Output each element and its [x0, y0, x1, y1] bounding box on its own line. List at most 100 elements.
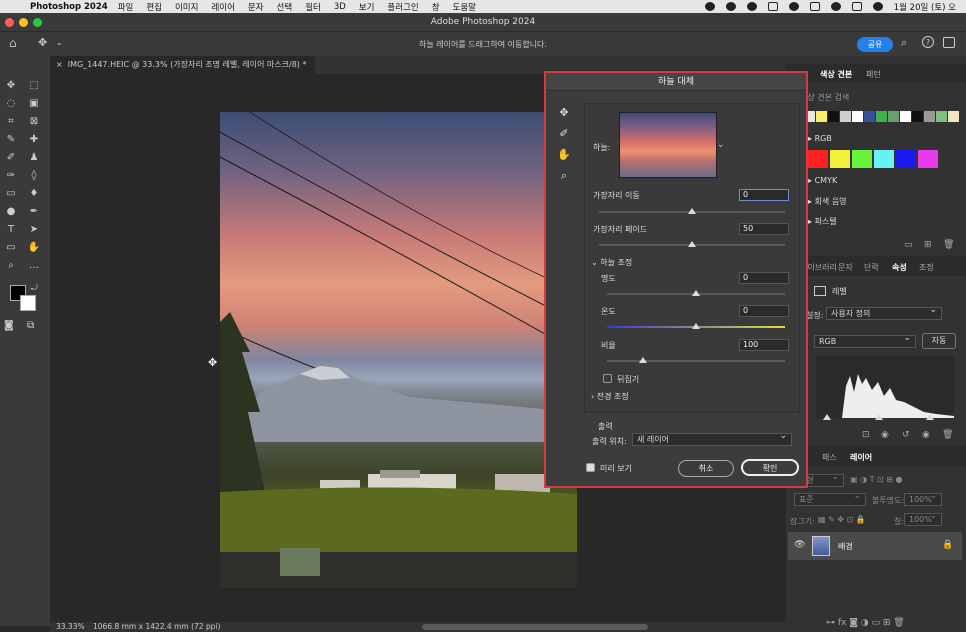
tab-paragraph[interactable]: 단락	[864, 262, 879, 273]
recent-swatch[interactable]	[912, 111, 923, 122]
recent-swatch[interactable]	[828, 111, 839, 122]
recent-swatch[interactable]	[852, 111, 863, 122]
swatch-group-cmyk[interactable]: ▸ CMYK	[808, 176, 837, 185]
scale-slider[interactable]	[607, 360, 785, 362]
preset-select[interactable]: 사용자 정의	[826, 305, 942, 320]
sky-preset-chevron-icon[interactable]: ⌄	[717, 140, 725, 150]
more-tools-icon[interactable]: …	[27, 260, 41, 272]
screen-mode-icon[interactable]: ⧉	[27, 320, 34, 331]
swap-colors-icon[interactable]: ⤾	[31, 283, 38, 293]
new-swatch-icon[interactable]: ⊞	[924, 240, 932, 250]
close-tab-icon[interactable]: ×	[56, 60, 63, 69]
layer-footer-icons[interactable]: ⊶ fx ◙ ◑ ▭ ⊞ 🗑	[826, 618, 905, 628]
hand-tool-icon[interactable]: ✋	[27, 242, 41, 254]
scale-thumb[interactable]	[638, 357, 647, 363]
background-color-swatch[interactable]	[20, 295, 36, 311]
healing-tool-icon[interactable]: ✚	[27, 134, 41, 146]
view-previous-icon[interactable]: ◉	[881, 430, 889, 440]
app-menu[interactable]: Photoshop 2024	[30, 2, 108, 12]
opacity-field[interactable]: 100%	[904, 491, 942, 506]
channel-select[interactable]: RGB	[814, 333, 916, 348]
menu-select[interactable]: 선택	[277, 1, 293, 13]
history-brush-tool-icon[interactable]: ✑	[4, 170, 18, 182]
dodge-tool-icon[interactable]: ●	[4, 206, 18, 218]
tab-swatches[interactable]: 색상 견본	[820, 69, 852, 80]
menu-file[interactable]: 파일	[118, 1, 134, 13]
recent-swatch[interactable]	[840, 111, 851, 122]
menu-view[interactable]: 보기	[359, 1, 375, 13]
hand-tool-icon[interactable]: ✋	[556, 147, 572, 163]
swatch-group-rgb[interactable]: ▸ RGB	[808, 134, 832, 143]
sky-move-tool-icon[interactable]: ✥	[556, 105, 572, 121]
edge-fade-field[interactable]: 50	[739, 223, 789, 235]
delete-swatch-icon[interactable]: 🗑	[943, 240, 954, 250]
temperature-field[interactable]: 0	[739, 305, 789, 317]
move-tool-icon[interactable]: ✥	[4, 80, 18, 92]
rgb-swatch[interactable]	[874, 150, 894, 168]
zoom-readout[interactable]: 33.33%	[56, 622, 85, 631]
menu-layer[interactable]: 레이어	[211, 1, 234, 13]
input-white-point[interactable]	[926, 414, 934, 420]
layer-visibility-icon[interactable]: 👁	[794, 540, 805, 550]
clock[interactable]: 1월 20일 (토) 오	[894, 1, 956, 13]
zoom-window-button[interactable]	[33, 18, 42, 27]
delete-adjustment-icon[interactable]: 🗑	[942, 430, 953, 440]
tab-character[interactable]: 문자	[838, 262, 853, 273]
fill-field[interactable]: 100%	[904, 511, 942, 526]
swatch-group-pastel[interactable]: ▸ 파스텔	[808, 216, 837, 227]
scale-field[interactable]: 100	[739, 339, 789, 351]
horizontal-scrollbar[interactable]	[422, 624, 648, 630]
blend-mode-select[interactable]: 표준	[794, 491, 866, 506]
stamp-tool-icon[interactable]: ♟	[27, 152, 41, 164]
preview-checkbox[interactable]	[586, 463, 595, 472]
output-to-select[interactable]: 새 레이어	[632, 431, 792, 446]
recent-swatch[interactable]	[888, 111, 899, 122]
input-black-point[interactable]	[823, 414, 831, 420]
document-info[interactable]: 1066.8 mm x 1422.4 mm (72 ppi)	[93, 622, 220, 631]
quick-mask-icon[interactable]: ◙	[4, 320, 14, 331]
lock-icons[interactable]: ▦ ✎ ✥ ⊡ 🔒	[818, 515, 866, 524]
wifi-icon[interactable]	[788, 2, 799, 11]
recent-swatch[interactable]	[948, 111, 959, 122]
zoom-tool-icon[interactable]: ⌕	[556, 168, 572, 184]
close-window-button[interactable]	[5, 18, 14, 27]
reset-icon[interactable]: ↺	[902, 430, 910, 440]
rgb-swatch[interactable]	[896, 150, 916, 168]
recent-swatch[interactable]	[876, 111, 887, 122]
eraser-tool-icon[interactable]: ◊	[27, 170, 41, 182]
menu-window[interactable]: 창	[432, 1, 440, 13]
recent-swatch[interactable]	[924, 111, 935, 122]
notification-icon[interactable]	[746, 2, 757, 11]
menu-help[interactable]: 도움말	[453, 1, 476, 13]
tab-layers[interactable]: 레이어	[850, 452, 872, 463]
menu-type[interactable]: 문자	[248, 1, 264, 13]
search-icon[interactable]	[830, 2, 841, 11]
siri-icon[interactable]	[872, 2, 883, 11]
recent-swatch[interactable]	[864, 111, 875, 122]
auto-button[interactable]: 자동	[922, 333, 956, 349]
visibility-icon[interactable]: ◉	[922, 430, 930, 440]
edge-fade-thumb[interactable]	[688, 241, 696, 247]
photo-image[interactable]	[220, 112, 577, 588]
tab-paths[interactable]: 패스	[822, 452, 837, 463]
input-midtone-point[interactable]	[875, 414, 883, 420]
tab-properties[interactable]: 속성	[892, 262, 907, 273]
search-icon[interactable]: ⌕	[901, 36, 907, 50]
help-icon[interactable]: ?	[922, 36, 934, 48]
shape-tool-icon[interactable]: ▭	[4, 242, 18, 254]
rgb-swatch[interactable]	[852, 150, 872, 168]
edge-shift-field[interactable]: 0	[739, 189, 789, 201]
recent-swatch[interactable]	[816, 111, 827, 122]
layer-filter-icons[interactable]: ▣ ◑ T ⊡ ⊞ ●	[850, 475, 903, 484]
document-tab[interactable]: × IMG_1447.HEIC @ 33.3% (가장자리 조명 레벨, 레이어 …	[50, 56, 315, 74]
minimize-window-button[interactable]	[19, 18, 28, 27]
recent-swatch[interactable]	[900, 111, 911, 122]
menu-3d[interactable]: 3D	[334, 2, 346, 12]
menu-plugins[interactable]: 플러그인	[387, 1, 418, 13]
rgb-swatch[interactable]	[808, 150, 828, 168]
creative-cloud-icon[interactable]	[725, 2, 736, 11]
input-source-icon[interactable]	[809, 2, 820, 11]
foreground-adjust-toggle[interactable]: › 전경 조정	[591, 391, 629, 402]
control-center-icon[interactable]	[851, 2, 862, 11]
marquee-tool-icon[interactable]: ⬚	[27, 80, 41, 92]
